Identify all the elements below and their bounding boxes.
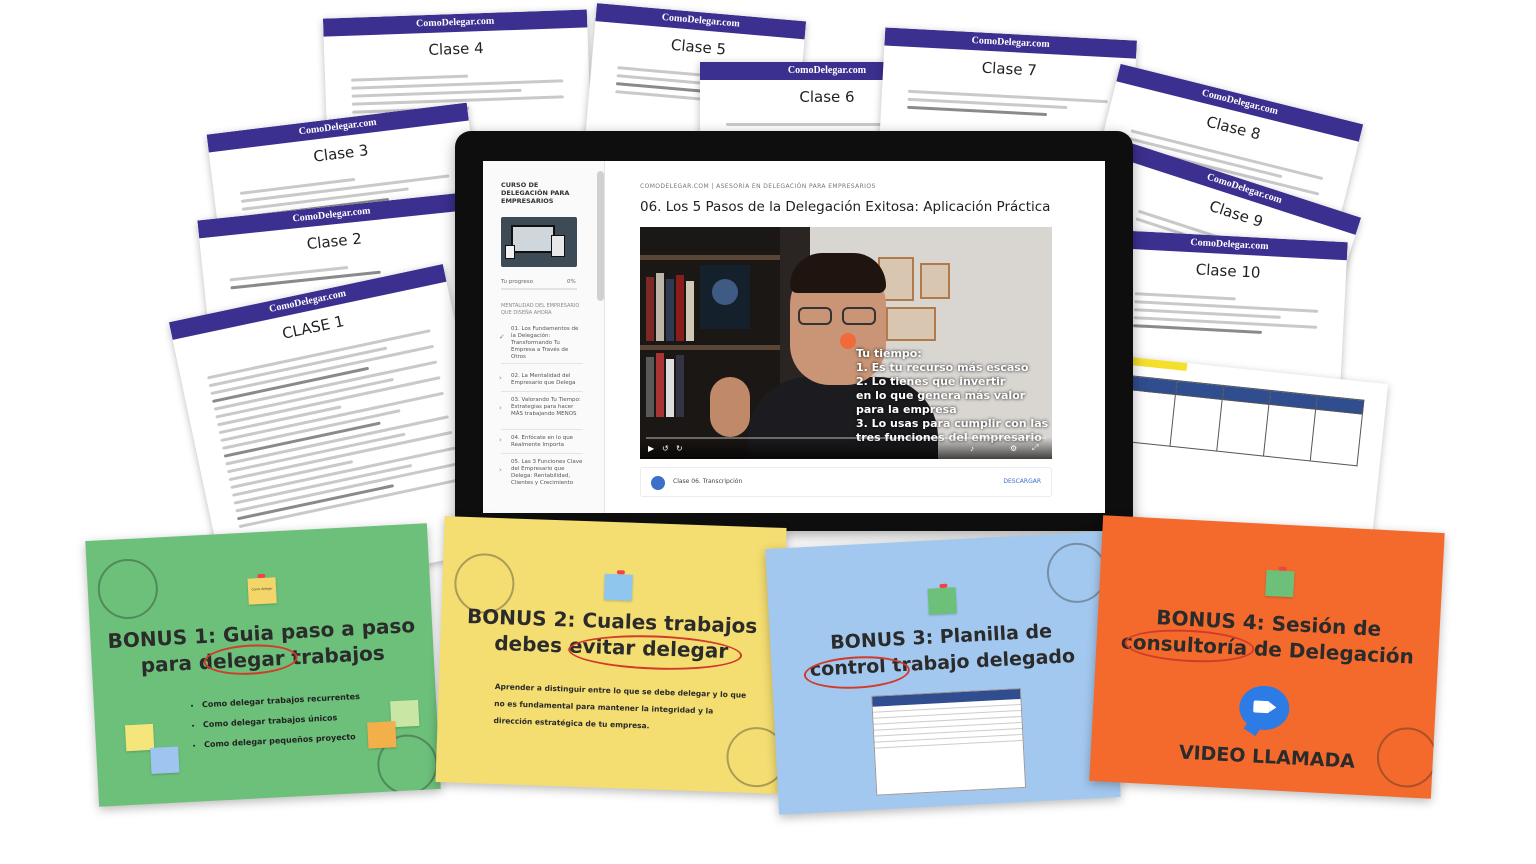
video-overlay-text: Tu tiempo: 1. Es tu recurso más escaso 2… [856, 347, 1049, 444]
settings-icon[interactable]: ⚙ [1010, 444, 1017, 453]
video-controls: ▶ ↺ ↻ ♪ ⚙ ⤢ [640, 437, 1052, 459]
forward-icon[interactable]: ↻ [676, 444, 683, 453]
course-title: CURSO DE DELEGACIÓN PARA EMPRESARIOS [501, 181, 570, 205]
check-icon: ✓ [499, 333, 505, 341]
play-badge-icon[interactable] [840, 333, 856, 349]
bonus-3-card: BONUS 3: Planilla de control trabajo del… [765, 531, 1121, 815]
poster-art [700, 265, 750, 329]
sticky-note [1265, 569, 1295, 598]
presenter-hand [710, 377, 750, 437]
sidebar-lesson-02[interactable]: › 02. La Mentalidad del Empresario que D… [499, 373, 583, 387]
sheet-table [1123, 375, 1365, 466]
sidebar-lesson-04[interactable]: › 04. Enfócate en lo que Realmente Impor… [499, 435, 583, 449]
spreadsheet-thumbnail [871, 687, 1027, 796]
lesson-label: 05. Las 3 Funciones Clave del Empresario… [511, 459, 583, 486]
bonus-2-card: BONUS 2: Cuales trabajos debes evitar de… [435, 516, 787, 794]
chevron-right-icon: › [499, 374, 502, 382]
lesson-label: 02. La Mentalidad del Empresario que Del… [511, 373, 576, 386]
video-call-label: VIDEO LLAMADA [1178, 741, 1356, 773]
course-screen: CURSO DE DELEGACIÓN PARA EMPRESARIOS Tu … [483, 161, 1105, 513]
lesson-label: 03. Valorando Tu Tiempo: Estrategias par… [511, 397, 581, 417]
chevron-right-icon: › [499, 404, 502, 412]
progress-value: 0% [567, 279, 576, 285]
sidebar-lesson-03[interactable]: › 03. Valorando Tu Tiempo: Estrategias p… [499, 397, 583, 418]
page-title: 06. Los 5 Pasos de la Delegación Exitosa… [640, 199, 1051, 215]
video-player[interactable]: Tu tiempo: 1. Es tu recurso más escaso 2… [640, 227, 1052, 459]
transcript-icon [651, 476, 665, 490]
laptop-frame: CURSO DE DELEGACIÓN PARA EMPRESARIOS Tu … [455, 131, 1133, 531]
bonus-4-card: BONUS 4: Sesión de consultoría de Delega… [1089, 515, 1445, 799]
progress-label: Tu progreso [501, 279, 534, 285]
download-link[interactable]: DESCARGAR [1003, 478, 1041, 485]
course-thumbnail [501, 217, 577, 267]
play-icon[interactable]: ▶ [648, 444, 654, 453]
transcript-label: Clase 06. Transcripción [673, 478, 743, 485]
picture-frame [886, 307, 936, 341]
video-call-icon [1238, 684, 1291, 737]
sticky-note [150, 746, 180, 774]
chevron-right-icon: › [499, 466, 502, 474]
course-sidebar: CURSO DE DELEGACIÓN PARA EMPRESARIOS Tu … [483, 161, 605, 513]
section-heading: MENTALIDAD DEL EMPRESARIO QUE DISEÑA AHO… [501, 303, 580, 316]
video-progress-bar[interactable] [646, 437, 1046, 439]
lesson-label: 01. Los Fundamentos de la Delegación: Tr… [511, 326, 579, 360]
presenter-hair [790, 253, 886, 293]
sticky-note [927, 587, 957, 615]
chevron-right-icon: › [499, 436, 502, 444]
sidebar-scrollbar[interactable] [597, 171, 604, 301]
rewind-icon[interactable]: ↺ [662, 444, 669, 453]
lesson-label: 04. Enfócate en lo que Realmente Importa [511, 435, 574, 448]
sticky-note [367, 721, 397, 749]
presenter-glasses [796, 307, 882, 327]
sticky-note [603, 573, 633, 601]
sidebar-lesson-05[interactable]: › 05. Las 3 Funciones Clave del Empresar… [499, 459, 583, 487]
volume-icon[interactable]: ♪ [970, 444, 974, 453]
picture-frame [920, 263, 950, 299]
breadcrumb: COMODELEGAR.COM | ASESORÍA EN DELEGACIÓN… [640, 183, 876, 190]
sticky-note: Como delegar [247, 577, 277, 605]
transcript-row: Clase 06. Transcripción DESCARGAR [640, 467, 1052, 497]
doc-brand: ComoDelegar.com [322, 9, 588, 37]
doc-brand: ComoDelegar.com [884, 27, 1137, 59]
sidebar-lesson-01[interactable]: ✓ 01. Los Fundamentos de la Delegación: … [499, 326, 583, 361]
bonus-2-description: Aprender a distinguir entre lo que se de… [493, 681, 747, 731]
bonus-1-list: Como delegar trabajos recurrentes Como d… [192, 687, 363, 756]
progress-bar [501, 288, 577, 290]
bonus-1-card: Como delegar BONUS 1: Guia paso a paso p… [85, 523, 441, 807]
fullscreen-icon[interactable]: ⤢ [1032, 443, 1038, 453]
